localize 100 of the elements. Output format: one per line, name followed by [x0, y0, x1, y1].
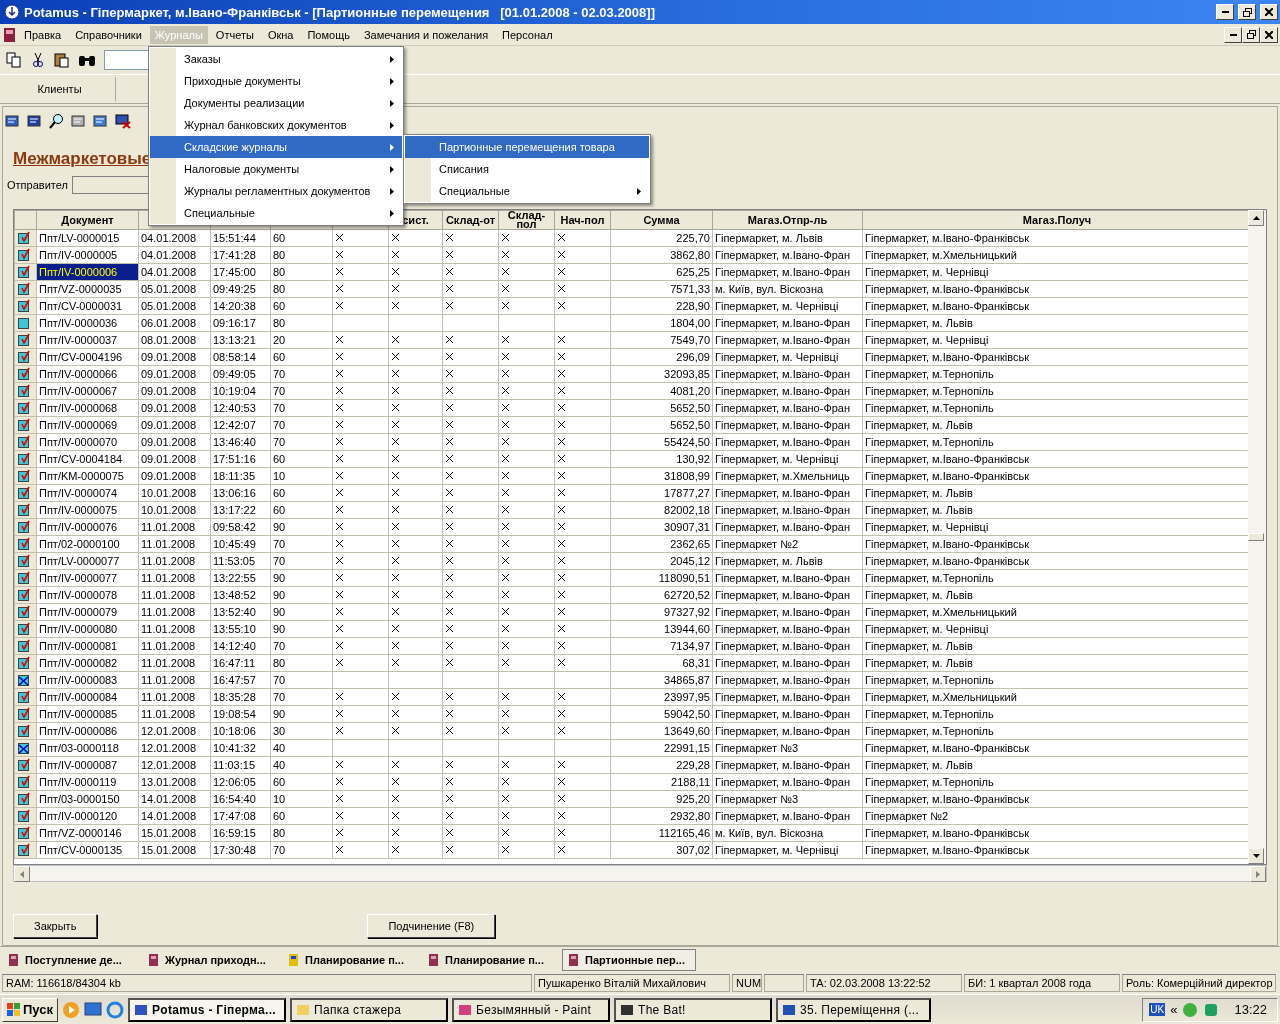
right-arrow-icon	[1256, 870, 1260, 878]
cross-icon	[501, 250, 510, 259]
scroll-right-button[interactable]	[1250, 866, 1266, 882]
menu-item[interactable]: Правка	[18, 24, 68, 45]
table-cell: 60	[270, 297, 333, 315]
menu-item[interactable]: Персонал	[496, 24, 559, 45]
scroll-up-button[interactable]	[1248, 210, 1264, 226]
scissors-icon[interactable]	[30, 52, 46, 68]
tab[interactable]: Клиенты	[4, 77, 116, 101]
table-cell: 13:46:40	[210, 433, 271, 451]
cross-icon	[335, 692, 344, 701]
checked-document-icon	[18, 757, 30, 771]
taskbar-button[interactable]: Безымянный - Paint	[452, 997, 610, 1022]
cross-icon	[501, 233, 510, 242]
restore-button[interactable]	[1238, 4, 1256, 20]
cross-icon	[391, 845, 400, 854]
cross-icon	[335, 403, 344, 412]
menu-item[interactable]: Замечания и пожелания	[357, 24, 495, 45]
cross-icon	[445, 454, 454, 463]
start-button[interactable]: Пуск	[2, 997, 58, 1022]
taskbar-button[interactable]: 35. Переміщення (...	[776, 997, 931, 1022]
cross-icon	[501, 403, 510, 412]
table-cell: 2045,12	[610, 552, 713, 570]
cross-icon	[335, 556, 344, 565]
copy-icon[interactable]	[6, 52, 22, 68]
column-header[interactable]: Документ	[36, 210, 139, 230]
cross-icon	[501, 539, 510, 548]
menu-item[interactable]: Отчеты	[209, 24, 260, 45]
table-cell: 90	[270, 586, 333, 604]
cross-icon	[335, 488, 344, 497]
cross-icon	[501, 301, 510, 310]
new-record-icon[interactable]	[5, 113, 21, 129]
cross-icon	[445, 233, 454, 242]
menu-item[interactable]: Помощь	[301, 24, 356, 45]
book-icon[interactable]	[2, 26, 18, 43]
table-cell: 30	[270, 722, 333, 740]
submenu-arrow-icon	[390, 209, 394, 217]
menu-item[interactable]: Складские журналы	[150, 136, 402, 158]
column-header[interactable]: Сумма	[610, 210, 713, 230]
language-indicator[interactable]: UK	[1149, 1003, 1166, 1016]
restore-button[interactable]	[1242, 26, 1260, 43]
horizontal-scrollbar[interactable]	[13, 865, 1267, 882]
scroll-thumb[interactable]	[1248, 533, 1264, 541]
window-tab[interactable]: Партионные пер...	[562, 948, 696, 971]
menu-item[interactable]: Партионные перемещения товара	[405, 136, 649, 158]
add-record-icon[interactable]	[71, 113, 87, 129]
window-tab[interactable]: Журнал приходн...	[142, 948, 276, 971]
cross-icon	[501, 369, 510, 378]
window-tab[interactable]: Планирование п...	[422, 948, 556, 971]
scroll-down-button[interactable]	[1248, 848, 1264, 864]
table-cell: Гіпермаркет, м.Івано-Фран	[712, 416, 863, 434]
copy-record-icon[interactable]	[93, 113, 109, 129]
scroll-left-button[interactable]	[14, 866, 30, 882]
close-button[interactable]: Закрыть	[13, 914, 98, 938]
menu-item[interactable]: Окна	[261, 24, 300, 45]
subordination-button[interactable]: Подчинение (F8)	[367, 914, 496, 938]
delete-record-icon[interactable]	[115, 113, 131, 129]
table-cell: 10.01.2008	[138, 501, 211, 519]
magnifier-icon[interactable]	[49, 113, 65, 129]
paste-icon[interactable]	[54, 52, 70, 68]
cross-icon	[445, 760, 454, 769]
table-cell: 11.01.2008	[138, 637, 211, 655]
table-cell: 13.01.2008	[138, 773, 211, 791]
menu-item[interactable]: Справочники	[69, 24, 148, 45]
table-cell: Гіпермаркет, м.Івано-Фран	[712, 756, 863, 774]
submenu-arrow-icon	[390, 121, 394, 129]
cross-icon	[391, 692, 400, 701]
edit-record-icon[interactable]	[27, 113, 43, 129]
minimize-button[interactable]	[1224, 26, 1242, 43]
cross-icon	[335, 607, 344, 616]
window-tab[interactable]: Поступление де...	[2, 948, 136, 971]
column-header[interactable]: Магаз.Отпр-ль	[712, 210, 863, 230]
minimize-button[interactable]	[1216, 4, 1234, 20]
column-header[interactable]: Магаз.Получ	[862, 210, 1248, 230]
column-header[interactable]: Нач-пол	[554, 210, 611, 230]
book-icon	[567, 952, 581, 967]
taskbar-button[interactable]: Папка стажера	[290, 997, 448, 1022]
close-button[interactable]	[1260, 4, 1278, 20]
cross-icon	[391, 590, 400, 599]
table-cell: 30907,31	[610, 518, 713, 536]
cross-icon	[445, 403, 454, 412]
table-cell: 09.01.2008	[138, 450, 211, 468]
table-cell: 80	[270, 654, 333, 672]
table-cell: Гіпермаркет №2	[712, 535, 863, 553]
close-button[interactable]	[1260, 26, 1278, 43]
taskbar-button[interactable]: The Bat!	[614, 997, 772, 1022]
cross-icon	[557, 760, 566, 769]
table-cell: Ппт/IV-0000066	[36, 365, 139, 383]
tray-toggle[interactable]: «	[1170, 1002, 1178, 1017]
table-cell: Ппт/CV-0004184	[36, 450, 139, 468]
status-text: Роль: Комерційний директор	[1122, 974, 1276, 992]
window-tab[interactable]: Планирование п...	[282, 948, 416, 971]
table-cell: Ппт/IV-0000074	[36, 484, 139, 502]
cross-icon	[445, 505, 454, 514]
taskbar-button[interactable]: Potamus - Гіперма...	[128, 997, 286, 1022]
checked-document-icon	[18, 264, 30, 278]
cross-icon	[557, 845, 566, 854]
clock: 13:22	[1234, 1002, 1267, 1017]
column-header[interactable]: Склад-пол	[498, 210, 555, 230]
column-header[interactable]: Склад-от	[442, 210, 499, 230]
